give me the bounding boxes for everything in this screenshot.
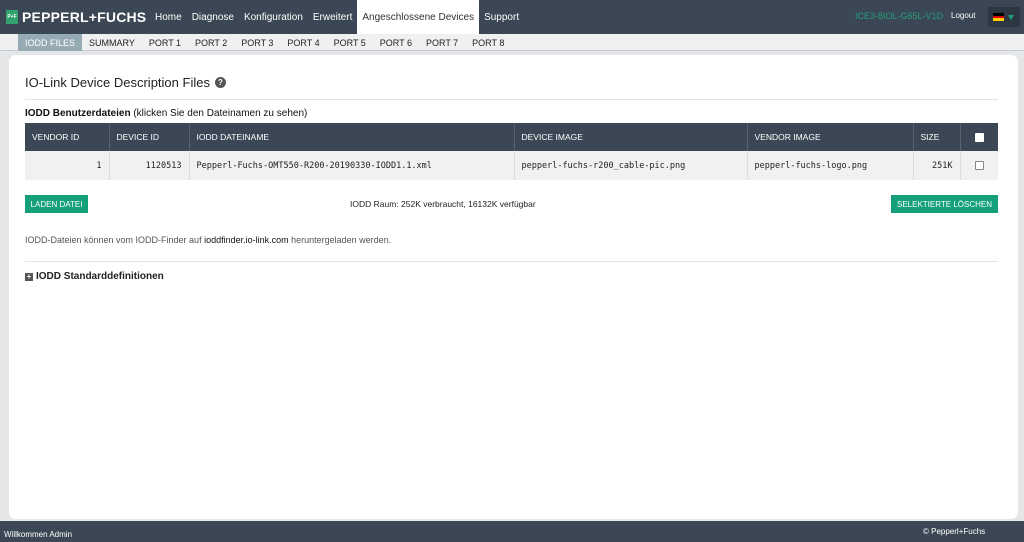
language-selector[interactable] xyxy=(988,7,1020,27)
german-flag-icon xyxy=(993,13,1004,22)
nav-diagnose[interactable]: Diagnose xyxy=(187,0,239,34)
section-heading: IODD Benutzerdateien (klicken Sie den Da… xyxy=(25,108,307,119)
page-title-text: IO-Link Device Description Files xyxy=(25,75,210,90)
note-before: IODD-Dateien können vom IODD-Finder auf xyxy=(25,235,205,245)
cell-vendor-image: pepperl-fuchs-logo.png xyxy=(747,151,914,180)
divider xyxy=(25,99,998,100)
copyright-text: © Pepperl+Fuchs xyxy=(923,527,986,536)
ioddfinder-link[interactable]: ioddfinder.io-link.com xyxy=(204,235,289,245)
plus-box-icon[interactable]: + xyxy=(25,272,33,281)
pf-logo-icon: P+F xyxy=(6,10,18,24)
cell-size: 251K xyxy=(913,151,961,180)
standard-definitions-label: IODD Standarddefinitionen xyxy=(36,271,164,282)
brand-logo[interactable]: P+F PEPPERL+FUCHS xyxy=(0,0,150,34)
iodd-files-table: VENDOR ID DEVICE ID IODD DATEINAME DEVIC… xyxy=(25,123,998,180)
checkbox-icon[interactable] xyxy=(974,160,984,170)
tab-port-8[interactable]: PORT 8 xyxy=(465,34,511,51)
tab-port-3[interactable]: PORT 3 xyxy=(234,34,280,51)
nav-erweitert[interactable]: Erweitert xyxy=(308,0,357,34)
table-header-row: VENDOR ID DEVICE ID IODD DATEINAME DEVIC… xyxy=(25,123,998,151)
iodd-space-info: IODD Raum: 252K verbraucht, 16132K verfü… xyxy=(350,199,536,209)
note-after: heruntergeladen werden. xyxy=(288,235,392,245)
tab-iodd-files[interactable]: IODD FILES xyxy=(18,34,83,51)
cell-vendor-id: 1 xyxy=(25,151,110,180)
nav-konfiguration[interactable]: Konfiguration xyxy=(239,0,308,34)
tab-port-7[interactable]: PORT 7 xyxy=(419,34,465,51)
content-card: IO-Link Device Description Files ? IODD … xyxy=(9,55,1018,519)
row-select-checkbox[interactable] xyxy=(960,151,998,180)
tab-port-1[interactable]: PORT 1 xyxy=(142,34,188,51)
caret-down-icon xyxy=(1008,14,1014,20)
col-vendor-id[interactable]: VENDOR ID xyxy=(25,123,110,151)
nav-support[interactable]: Support xyxy=(479,0,524,34)
welcome-text: Willkommen Admin xyxy=(4,530,73,539)
select-all-checkbox[interactable] xyxy=(960,123,998,151)
load-file-button[interactable]: LADEN DATEI xyxy=(25,195,88,213)
device-name: ICE3-8IOL-G65L-V1D xyxy=(855,11,944,21)
nav-angeschlossene-devices[interactable]: Angeschlossene Devices xyxy=(357,0,480,34)
page-title: IO-Link Device Description Files ? xyxy=(25,75,226,90)
col-vendor-image[interactable]: VENDOR IMAGE xyxy=(747,123,914,151)
footer: Willkommen Admin © Pepperl+Fuchs xyxy=(0,521,1024,542)
section-heading-bold: IODD Benutzerdateien xyxy=(25,108,131,119)
col-iodd-filename[interactable]: IODD DATEINAME xyxy=(189,123,515,151)
cell-iodd-filename[interactable]: Pepperl-Fuchs-OMT550-R200-20190330-IODD1… xyxy=(189,151,515,180)
tab-summary[interactable]: SUMMARY xyxy=(82,34,142,51)
cell-device-image: pepperl-fuchs-r200_cable-pic.png xyxy=(514,151,748,180)
tab-port-6[interactable]: PORT 6 xyxy=(373,34,419,51)
logout-link[interactable]: Logout xyxy=(951,11,975,20)
col-device-id[interactable]: DEVICE ID xyxy=(109,123,190,151)
question-circle-icon[interactable]: ? xyxy=(214,77,226,88)
standard-definitions-toggle[interactable]: + IODD Standarddefinitionen xyxy=(25,271,164,282)
iodd-finder-note: IODD-Dateien können vom IODD-Finder auf … xyxy=(25,235,391,245)
col-size[interactable]: SIZE xyxy=(913,123,961,151)
tab-port-2[interactable]: PORT 2 xyxy=(188,34,234,51)
section-heading-note: (klicken Sie den Dateinamen zu sehen) xyxy=(130,108,308,119)
main-nav: Home Diagnose Konfiguration Erweitert An… xyxy=(150,0,524,34)
top-header: P+F PEPPERL+FUCHS Home Diagnose Konfigur… xyxy=(0,0,1024,34)
delete-selected-button[interactable]: SELEKTIERTE LÖSCHEN xyxy=(891,195,998,213)
divider xyxy=(25,261,998,262)
brand-name: PEPPERL+FUCHS xyxy=(22,9,147,25)
tab-port-5[interactable]: PORT 5 xyxy=(327,34,373,51)
checkbox-icon[interactable] xyxy=(974,133,984,143)
col-device-image[interactable]: DEVICE IMAGE xyxy=(514,123,748,151)
table-row: 1 1120513 Pepperl-Fuchs-OMT550-R200-2019… xyxy=(25,151,998,180)
nav-home[interactable]: Home xyxy=(150,0,187,34)
sub-nav: IODD FILES SUMMARY PORT 1 PORT 2 PORT 3 … xyxy=(0,34,1024,51)
cell-device-id: 1120513 xyxy=(109,151,190,180)
tab-port-4[interactable]: PORT 4 xyxy=(280,34,326,51)
